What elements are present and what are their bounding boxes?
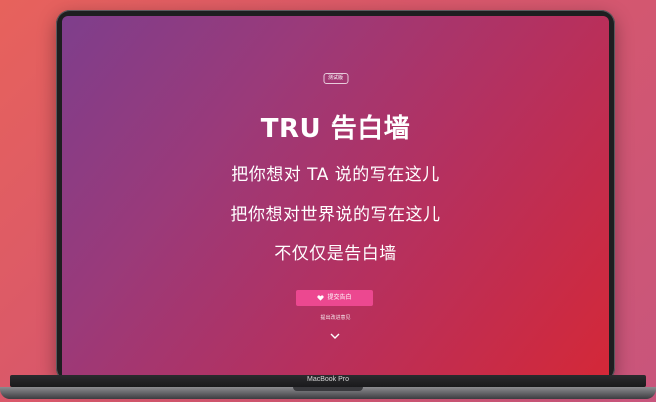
laptop-base: MacBook Pro (0, 375, 656, 402)
submit-confession-button[interactable]: 提交告白 (296, 290, 373, 306)
page-title: TRU 告白墙 (260, 114, 411, 144)
heart-icon (317, 295, 325, 301)
laptop-hinge: MacBook Pro (10, 375, 646, 387)
tagline-3: 不仅仅是告白墙 (274, 244, 397, 264)
tagline-1: 把你想对 TA 说的写在这儿 (231, 165, 440, 185)
laptop-screen: 测试版 TRU 告白墙 把你想对 TA 说的写在这儿 把你想对世界说的写在这儿 … (62, 16, 609, 375)
chevron-down-icon[interactable] (330, 332, 340, 340)
device-label: MacBook Pro (306, 376, 350, 383)
submit-button-label: 提交告白 (327, 294, 352, 301)
tagline-2: 把你想对世界说的写在这儿 (230, 205, 441, 225)
feedback-link[interactable]: 提出改进意见 (62, 314, 609, 321)
beta-badge: 测试版 (322, 73, 349, 84)
laptop-notch (293, 387, 363, 391)
